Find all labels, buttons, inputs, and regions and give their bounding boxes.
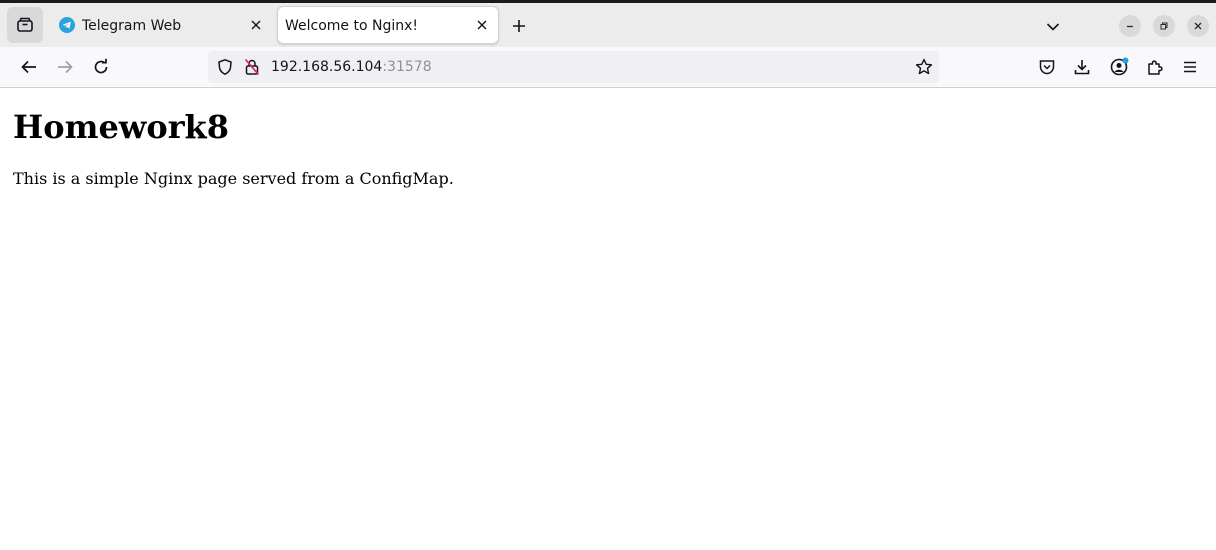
url-bar[interactable]: 192.168.56.104:31578: [208, 51, 939, 83]
list-all-tabs-button[interactable]: [1043, 17, 1063, 37]
close-icon: [1193, 21, 1203, 31]
bookmark-star-icon[interactable]: [914, 57, 934, 77]
tab-title: Telegram Web: [82, 18, 182, 34]
application-menu-button[interactable]: [1180, 57, 1200, 77]
minimize-icon: [1125, 21, 1135, 31]
pocket-button[interactable]: [1037, 57, 1057, 77]
downloads-icon: [1073, 58, 1091, 76]
downloads-button[interactable]: [1072, 57, 1092, 77]
close-tab-icon[interactable]: [473, 16, 491, 34]
reload-icon: [92, 58, 110, 76]
extensions-button[interactable]: [1145, 57, 1165, 77]
plus-icon: [512, 19, 526, 33]
chevron-down-icon: [1046, 22, 1060, 32]
account-button[interactable]: [1109, 57, 1129, 77]
url-host: 192.168.56.104: [271, 59, 383, 75]
insecure-lock-icon[interactable]: [242, 57, 262, 77]
url-port: :31578: [382, 59, 432, 75]
restore-icon: [1159, 21, 1169, 31]
firefox-view-button[interactable]: [7, 7, 43, 43]
forward-button[interactable]: [55, 57, 75, 77]
extensions-icon: [1146, 58, 1164, 76]
close-tab-icon[interactable]: [247, 16, 265, 34]
new-tab-button[interactable]: [508, 15, 530, 37]
telegram-icon: [59, 17, 75, 33]
tab-welcome-to-nginx[interactable]: Welcome to Nginx!: [277, 6, 499, 44]
minimize-button[interactable]: [1119, 15, 1141, 37]
page-paragraph: This is a simple Nginx page served from …: [13, 169, 454, 188]
menu-icon: [1182, 59, 1198, 75]
tab-bar: Telegram Web Welcome to Nginx!: [0, 3, 1216, 47]
restore-button[interactable]: [1153, 15, 1175, 37]
tab-title: Welcome to Nginx!: [285, 18, 419, 34]
account-icon: [1109, 57, 1129, 77]
forward-arrow-icon: [56, 58, 74, 76]
navigation-toolbar: 192.168.56.104:31578: [0, 47, 1216, 88]
firefox-view-icon: [16, 16, 34, 34]
back-button[interactable]: [19, 57, 39, 77]
pocket-icon: [1038, 58, 1056, 76]
page-heading: Homework8: [13, 108, 229, 146]
tab-telegram-web[interactable]: Telegram Web: [50, 6, 272, 44]
close-window-button[interactable]: [1187, 15, 1209, 37]
page-content: Homework8 This is a simple Nginx page se…: [0, 88, 1216, 550]
reload-button[interactable]: [91, 57, 111, 77]
back-arrow-icon: [20, 58, 38, 76]
url-text[interactable]: 192.168.56.104:31578: [271, 59, 432, 75]
shield-icon[interactable]: [215, 57, 235, 77]
